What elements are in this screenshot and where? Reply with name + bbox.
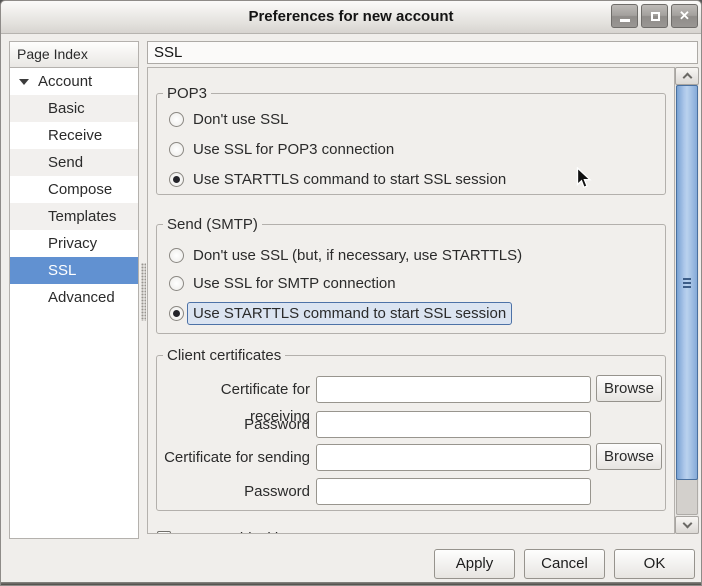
sidebar-item-label: Advanced [48, 289, 115, 306]
vertical-scrollbar[interactable] [675, 67, 699, 534]
radio-checked-icon[interactable] [169, 172, 184, 187]
chevron-down-icon [683, 519, 693, 529]
certificate-receiving-input[interactable] [316, 376, 591, 403]
smtp-group-title: Send (SMTP) [163, 216, 262, 233]
pop3-group-title: POP3 [163, 85, 211, 102]
scroll-down-button[interactable] [675, 516, 699, 534]
scroll-up-button[interactable] [675, 67, 699, 85]
radio-label: Use SSL for SMTP connection [193, 275, 396, 292]
browse-sending-button[interactable]: Browse [596, 443, 662, 470]
sidebar-item-receive[interactable]: Receive [10, 122, 138, 149]
password-sending-label: Password [161, 478, 310, 505]
client-certificates-group: Client certificates Certificate for rece… [156, 355, 666, 511]
close-button[interactable]: ✕ [671, 4, 698, 28]
titlebar[interactable]: Preferences for new account ✕ [1, 1, 701, 34]
sidebar-item-advanced[interactable]: Advanced [10, 284, 138, 311]
window-controls: ✕ [611, 4, 698, 28]
page-index-header[interactable]: Page Index [9, 41, 139, 68]
close-icon: ✕ [672, 8, 697, 24]
minimize-icon [620, 19, 630, 22]
sidebar-item-templates[interactable]: Templates [10, 203, 138, 230]
certificate-sending-label: Certificate for sending [161, 444, 310, 471]
pop3-radio-starttls[interactable]: Use STARTTLS command to start SSL sessio… [169, 167, 506, 191]
sidebar-item-label: Privacy [48, 235, 97, 252]
sidebar-item-send[interactable]: Send [10, 149, 138, 176]
radio-icon[interactable] [169, 248, 184, 263]
page-index-tree: Account Basic Receive Send Compose Templ… [9, 68, 139, 539]
sidebar-item-account[interactable]: Account [10, 68, 138, 95]
radio-label: Don't use SSL (but, if necessary, use ST… [193, 247, 522, 264]
sidebar-item-label: Basic [48, 100, 85, 117]
window-bottom-edge [1, 582, 701, 585]
pane-splitter-handle[interactable] [141, 263, 146, 321]
maximize-button[interactable] [641, 4, 668, 28]
certificate-sending-input[interactable] [316, 444, 591, 471]
window-title: Preferences for new account [1, 1, 701, 32]
browse-receiving-button[interactable]: Browse [596, 375, 662, 402]
pop3-group: POP3 Don't use SSL Use SSL for POP3 conn… [156, 93, 666, 195]
chevron-up-icon [683, 73, 693, 83]
sidebar-item-label: Compose [48, 181, 112, 198]
password-receiving-input[interactable] [316, 411, 591, 438]
sidebar-item-label: Send [48, 154, 83, 171]
sidebar-item-privacy[interactable]: Privacy [10, 230, 138, 257]
pop3-radio-dont-use-ssl[interactable]: Don't use SSL [169, 107, 288, 131]
smtp-radio-starttls[interactable]: Use STARTTLS command to start SSL sessio… [169, 301, 512, 325]
radio-label: Don't use SSL [193, 111, 288, 128]
smtp-radio-use-ssl[interactable]: Use SSL for SMTP connection [169, 271, 396, 295]
password-receiving-label: Password [161, 411, 310, 438]
sidebar-item-label: Account [38, 73, 92, 90]
sidebar-item-basic[interactable]: Basic [10, 95, 138, 122]
client-certificates-title: Client certificates [163, 347, 285, 364]
sidebar-item-compose[interactable]: Compose [10, 176, 138, 203]
page-title: SSL [147, 41, 698, 64]
grip-icon [683, 278, 691, 288]
ok-button[interactable]: OK [614, 549, 695, 579]
radio-label-focused: Use STARTTLS command to start SSL sessio… [187, 302, 512, 325]
apply-button[interactable]: Apply [434, 549, 515, 579]
radio-icon[interactable] [169, 276, 184, 291]
checkbox-label: Use non-blocking SSL [179, 530, 327, 535]
radio-label: Use SSL for POP3 connection [193, 141, 394, 158]
password-sending-input[interactable] [316, 478, 591, 505]
smtp-radio-dont-use-ssl[interactable]: Don't use SSL (but, if necessary, use ST… [169, 243, 522, 267]
checkbox-checked-icon[interactable] [157, 531, 171, 534]
expander-down-icon[interactable] [19, 79, 29, 85]
scrollbar-thumb[interactable] [676, 85, 698, 480]
sidebar-item-ssl[interactable]: SSL [10, 257, 138, 284]
sidebar-item-label: Templates [48, 208, 116, 225]
pop3-radio-use-ssl[interactable]: Use SSL for POP3 connection [169, 137, 394, 161]
maximize-icon [651, 12, 660, 21]
nonblocking-ssl-checkbox-row[interactable]: Use non-blocking SSL [157, 527, 327, 534]
radio-checked-icon[interactable] [169, 306, 184, 321]
sidebar-item-label: Receive [48, 127, 102, 144]
preferences-dialog: Preferences for new account ✕ Page Index… [0, 0, 702, 586]
cancel-button[interactable]: Cancel [524, 549, 605, 579]
ssl-settings-panel: POP3 Don't use SSL Use SSL for POP3 conn… [147, 67, 675, 534]
radio-label: Use STARTTLS command to start SSL sessio… [193, 171, 506, 188]
smtp-group: Send (SMTP) Don't use SSL (but, if neces… [156, 224, 666, 334]
radio-icon[interactable] [169, 142, 184, 157]
minimize-button[interactable] [611, 4, 638, 28]
sidebar-item-label: SSL [48, 262, 76, 279]
radio-icon[interactable] [169, 112, 184, 127]
